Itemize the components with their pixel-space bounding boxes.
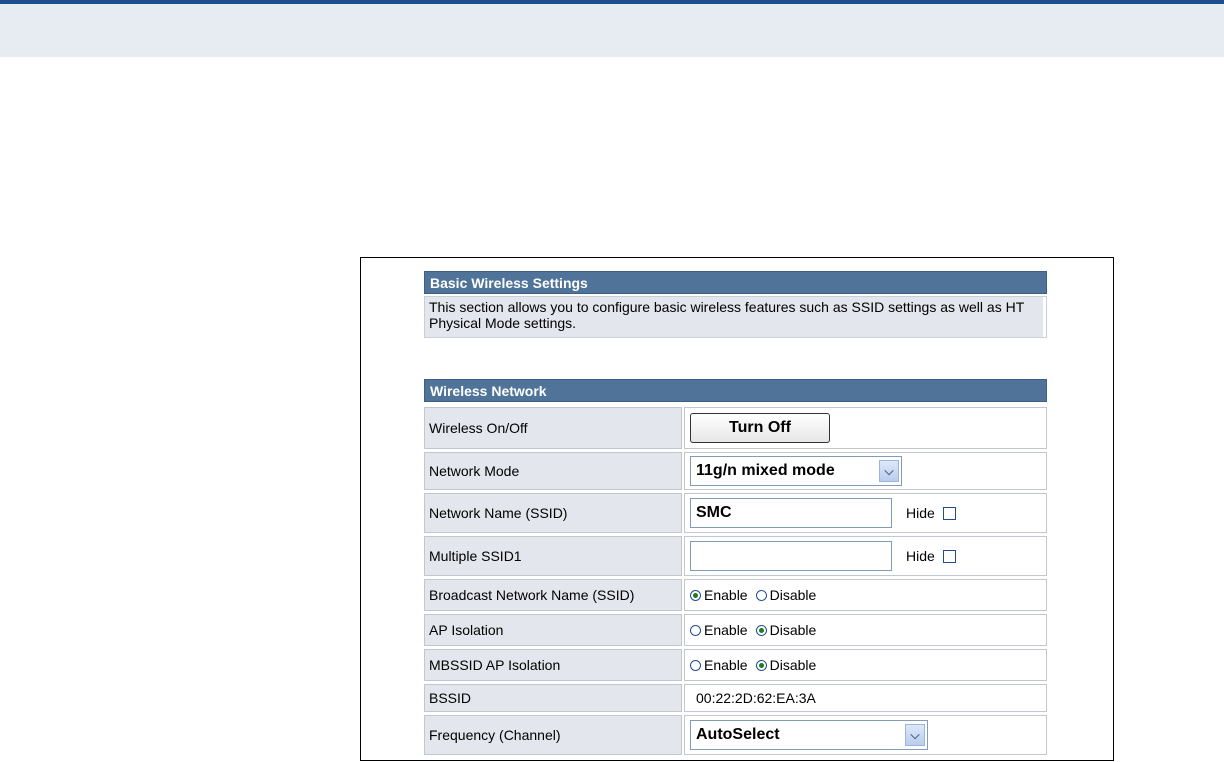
- row-ssid: Network Name (SSID) SMC Hide: [424, 493, 1047, 533]
- value-frequency: AutoSelect ⌵: [684, 715, 1047, 755]
- value-bssid: 00:22:2D:62:EA:3A: [684, 684, 1047, 712]
- label-broadcast: Broadcast Network Name (SSID): [424, 579, 682, 611]
- label-frequency: Frequency (Channel): [424, 715, 682, 755]
- row-wireless-onoff: Wireless On/Off Turn Off: [424, 407, 1047, 449]
- ssid-hide-checkbox[interactable]: [942, 506, 956, 520]
- row-bssid: BSSID 00:22:2D:62:EA:3A: [424, 684, 1047, 712]
- row-broadcast: Broadcast Network Name (SSID) Enable Dis…: [424, 579, 1047, 611]
- network-mode-selected: 11g/n mixed mode: [696, 462, 835, 479]
- broadcast-disable-label: Disable: [769, 587, 817, 603]
- row-multiple-ssid: Multiple SSID1 Hide: [424, 536, 1047, 576]
- chevron-down-icon[interactable]: ⌵: [879, 460, 899, 482]
- row-network-mode: Network Mode 11g/n mixed mode ⌵: [424, 452, 1047, 490]
- multiple-ssid-hide-label: Hide: [906, 548, 935, 564]
- bssid-value: 00:22:2D:62:EA:3A: [696, 690, 816, 706]
- header-band: [0, 4, 1224, 57]
- ap-isolation-enable-label: Enable: [704, 622, 748, 638]
- wireless-network-section: Wireless Network Wireless On/Off Turn Of…: [424, 379, 1047, 755]
- multiple-ssid-input[interactable]: [690, 541, 892, 571]
- value-ap-isolation: Enable Disable: [684, 614, 1047, 646]
- value-ssid: SMC Hide: [684, 493, 1047, 533]
- broadcast-disable-radio[interactable]: [755, 589, 767, 601]
- mbssid-isolation-radio-group: Enable Disable: [690, 657, 824, 673]
- label-mbssid-isolation: MBSSID AP Isolation: [424, 649, 682, 681]
- ap-isolation-enable-radio[interactable]: [690, 624, 701, 636]
- frequency-select[interactable]: AutoSelect ⌵: [690, 720, 928, 750]
- chevron-down-icon[interactable]: ⌵: [905, 724, 925, 746]
- broadcast-radio-group: Enable Disable: [690, 587, 824, 603]
- label-bssid: BSSID: [424, 684, 682, 712]
- ssid-input[interactable]: SMC: [690, 498, 892, 528]
- ap-isolation-disable-radio[interactable]: [755, 624, 767, 636]
- label-network-mode: Network Mode: [424, 452, 682, 490]
- mbssid-disable-radio[interactable]: [755, 659, 767, 671]
- value-mbssid-isolation: Enable Disable: [684, 649, 1047, 681]
- label-ap-isolation: AP Isolation: [424, 614, 682, 646]
- value-multiple-ssid: Hide: [684, 536, 1047, 576]
- value-wireless-onoff: Turn Off: [684, 407, 1047, 449]
- label-multiple-ssid: Multiple SSID1: [424, 536, 682, 576]
- label-wireless-onoff: Wireless On/Off: [424, 407, 682, 449]
- turn-off-button[interactable]: Turn Off: [690, 413, 830, 443]
- label-ssid: Network Name (SSID): [424, 493, 682, 533]
- description-text: This section allows you to configure bas…: [429, 299, 1024, 331]
- value-network-mode: 11g/n mixed mode ⌵: [684, 452, 1047, 490]
- description-strip: [1043, 297, 1046, 337]
- mbssid-enable-radio[interactable]: [690, 659, 701, 671]
- basic-wireless-section: Basic Wireless Settings This section all…: [424, 271, 1047, 338]
- basic-wireless-description: This section allows you to configure bas…: [424, 296, 1047, 338]
- broadcast-enable-label: Enable: [704, 587, 748, 603]
- mbssid-enable-label: Enable: [704, 657, 748, 673]
- broadcast-enable-radio[interactable]: [690, 589, 701, 601]
- ap-isolation-radio-group: Enable Disable: [690, 622, 824, 638]
- frequency-selected: AutoSelect: [696, 726, 780, 743]
- wireless-network-title: Wireless Network: [424, 379, 1047, 402]
- row-frequency: Frequency (Channel) AutoSelect ⌵: [424, 715, 1047, 755]
- ap-isolation-disable-label: Disable: [769, 622, 817, 638]
- row-ap-isolation: AP Isolation Enable Disable: [424, 614, 1047, 646]
- ssid-hide-label: Hide: [906, 505, 935, 521]
- multiple-ssid-hide-checkbox[interactable]: [942, 549, 956, 563]
- network-mode-select[interactable]: 11g/n mixed mode ⌵: [690, 456, 902, 486]
- row-mbssid-isolation: MBSSID AP Isolation Enable Disable: [424, 649, 1047, 681]
- mbssid-disable-label: Disable: [769, 657, 817, 673]
- basic-wireless-title: Basic Wireless Settings: [424, 271, 1047, 294]
- value-broadcast: Enable Disable: [684, 579, 1047, 611]
